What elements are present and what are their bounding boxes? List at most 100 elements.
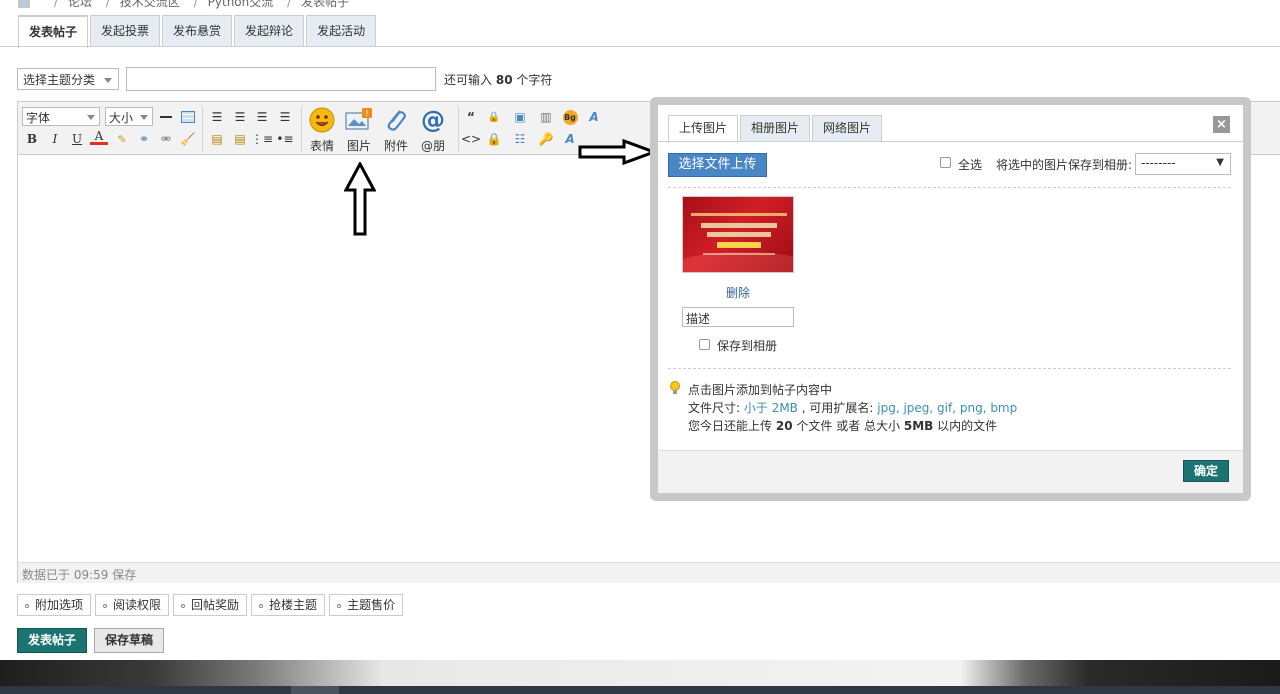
subject-input[interactable] bbox=[126, 67, 436, 91]
highlight-icon[interactable]: ✎ bbox=[113, 130, 131, 148]
table-icon[interactable] bbox=[179, 108, 197, 126]
link-icon[interactable]: ⚭ bbox=[135, 130, 153, 148]
select-all-label: 全选 bbox=[958, 158, 983, 172]
media-icon[interactable]: ▣ bbox=[511, 108, 529, 126]
bullet-icon bbox=[181, 603, 186, 608]
breadcrumb-item[interactable]: Python交流 bbox=[208, 0, 274, 9]
tab-post-poll[interactable]: 发起投票 bbox=[90, 15, 161, 47]
align-center-icon[interactable]: ☰ bbox=[231, 108, 249, 126]
page-break-icon[interactable]: ☷ bbox=[511, 130, 529, 148]
ordered-list-icon[interactable]: ⋮≡ bbox=[251, 130, 273, 148]
code-icon[interactable]: <> bbox=[461, 130, 481, 148]
tip-upload-quota: 您今日还能上传 20 个文件 或者 总大小 5MB 以内的文件 bbox=[688, 417, 997, 434]
taskbar-item[interactable] bbox=[291, 686, 339, 694]
tab-post-debate[interactable]: 发起辩论 bbox=[234, 15, 305, 47]
option-reply-reward[interactable]: 回帖奖励 bbox=[173, 594, 248, 616]
tab-post-activity[interactable]: 发起活动 bbox=[306, 15, 377, 47]
attachment-tool[interactable]: 附件 bbox=[377, 106, 415, 154]
uploaded-image-thumbnail[interactable] bbox=[682, 196, 794, 273]
tip-quota-count: 20 bbox=[775, 419, 793, 433]
attachment-label: 附件 bbox=[383, 139, 408, 153]
tip-ext-list: jpg, jpeg, gif, png, bmp bbox=[877, 401, 1018, 415]
category-select-value: 选择主题分类 bbox=[23, 73, 96, 87]
album-select[interactable]: -------- ▼ bbox=[1135, 153, 1231, 175]
tab-post-reward[interactable]: 发布悬赏 bbox=[162, 15, 233, 47]
confirm-button[interactable]: 确定 bbox=[1183, 460, 1229, 482]
post-options: 附加选项 阅读权限 回帖奖励 抢楼主题 主题售价 bbox=[17, 594, 407, 616]
background-color-icon[interactable]: Bg bbox=[561, 108, 579, 126]
char-count-prefix: 还可输入 bbox=[444, 73, 493, 87]
align-right-icon[interactable]: ☰ bbox=[253, 108, 271, 126]
clear-format-icon[interactable]: 🧹 bbox=[179, 130, 197, 148]
tip-quota-size: 5MB bbox=[903, 419, 934, 433]
category-select[interactable]: 选择主题分类 bbox=[17, 68, 119, 90]
unlink-icon[interactable]: ⚮ bbox=[157, 130, 175, 148]
chevron-down-icon bbox=[87, 115, 95, 120]
align-left-icon[interactable]: ☰ bbox=[208, 108, 226, 126]
font-color-icon[interactable]: A bbox=[90, 129, 108, 145]
horizontal-rule-icon[interactable] bbox=[157, 108, 175, 126]
choose-file-upload-button[interactable]: 选择文件上传 bbox=[668, 153, 767, 177]
tabs-divider bbox=[0, 46, 1280, 47]
option-thread-price[interactable]: 主题售价 bbox=[329, 594, 404, 616]
tab-web-image[interactable]: 网络图片 bbox=[812, 115, 883, 142]
char-count: 还可输入 80 个字符 bbox=[444, 71, 552, 88]
font-size-select[interactable]: 大小 bbox=[105, 107, 153, 126]
option-extra[interactable]: 附加选项 bbox=[17, 594, 92, 616]
toolbar-separator bbox=[301, 106, 302, 152]
superscript-icon[interactable]: A bbox=[561, 130, 579, 148]
delete-image-link[interactable]: 删除 bbox=[726, 284, 750, 301]
image-label: 图片 bbox=[346, 139, 371, 153]
align-justify-icon[interactable]: ☰ bbox=[276, 108, 294, 126]
free-icon[interactable]: 🔒 bbox=[485, 108, 503, 126]
select-all-checkbox[interactable] bbox=[940, 157, 951, 168]
image-description-input[interactable]: 描述 bbox=[682, 307, 794, 327]
page-icon[interactable]: ▥ bbox=[537, 108, 555, 126]
save-draft-button[interactable]: 保存草稿 bbox=[94, 628, 164, 653]
breadcrumb-item[interactable]: 论坛 bbox=[68, 0, 92, 9]
tip-ext-prefix: , 可用扩展名: bbox=[801, 401, 874, 415]
submit-post-button[interactable]: 发表帖子 bbox=[17, 628, 87, 653]
float-right-icon[interactable]: ▤ bbox=[231, 130, 249, 148]
close-icon[interactable]: × bbox=[1213, 116, 1230, 133]
mention-tool[interactable]: @ @朋 bbox=[414, 106, 452, 154]
italic-icon[interactable]: I bbox=[46, 130, 64, 148]
divider bbox=[668, 368, 1231, 369]
tip-size-prefix: 文件尺寸: bbox=[688, 401, 741, 415]
save-to-album-checkbox[interactable] bbox=[699, 339, 710, 350]
at-sign-icon: @ bbox=[421, 106, 445, 134]
mention-label: @朋 bbox=[420, 139, 445, 153]
post-type-tabs: 发表帖子 发起投票 发布悬赏 发起辩论 发起活动 bbox=[18, 15, 378, 48]
divider bbox=[668, 187, 1231, 188]
dialog-footer bbox=[658, 450, 1243, 493]
unordered-list-icon[interactable]: •≡ bbox=[276, 130, 294, 148]
dialog-tabs-divider bbox=[658, 141, 1243, 142]
save-to-album-checkbox-label: 保存到相册 bbox=[717, 339, 778, 353]
option-read-permission[interactable]: 阅读权限 bbox=[95, 594, 170, 616]
float-left-icon[interactable]: ▤ bbox=[208, 130, 226, 148]
option-label: 回帖奖励 bbox=[191, 598, 240, 612]
emoji-label: 表情 bbox=[309, 139, 334, 153]
option-floor-thread[interactable]: 抢楼主题 bbox=[251, 594, 326, 616]
save-to-album-label: 将选中的图片保存到相册: bbox=[996, 158, 1133, 172]
tip-click-image: 点击图片添加到帖子内容中 bbox=[688, 383, 833, 397]
hide-content-icon[interactable]: 🔒 bbox=[485, 130, 503, 148]
bullet-icon bbox=[337, 603, 342, 608]
tip-quota-a: 您今日还能上传 bbox=[688, 419, 773, 433]
breadcrumb-item[interactable]: 技术交流区 bbox=[120, 0, 180, 9]
chevron-down-icon bbox=[104, 78, 112, 83]
underline-icon[interactable]: U bbox=[68, 130, 86, 148]
emoji-tool[interactable]: 表情 bbox=[303, 106, 341, 154]
tab-upload-image[interactable]: 上传图片 bbox=[668, 115, 739, 143]
tab-album-image[interactable]: 相册图片 bbox=[740, 115, 811, 142]
bold-icon[interactable]: B bbox=[23, 130, 41, 148]
font-style-icon[interactable]: A bbox=[585, 108, 603, 126]
editor-status: 数据已于 09:59 保存 bbox=[18, 562, 1280, 583]
home-icon[interactable] bbox=[18, 0, 30, 8]
option-label: 抢楼主题 bbox=[269, 598, 318, 612]
tab-post-thread[interactable]: 发表帖子 bbox=[18, 15, 89, 48]
password-icon[interactable]: 🔑 bbox=[537, 130, 555, 148]
quote-icon[interactable]: “ bbox=[462, 108, 480, 126]
image-tool[interactable]: ! 图片 bbox=[340, 106, 378, 154]
font-family-select[interactable]: 字体 bbox=[22, 107, 100, 126]
